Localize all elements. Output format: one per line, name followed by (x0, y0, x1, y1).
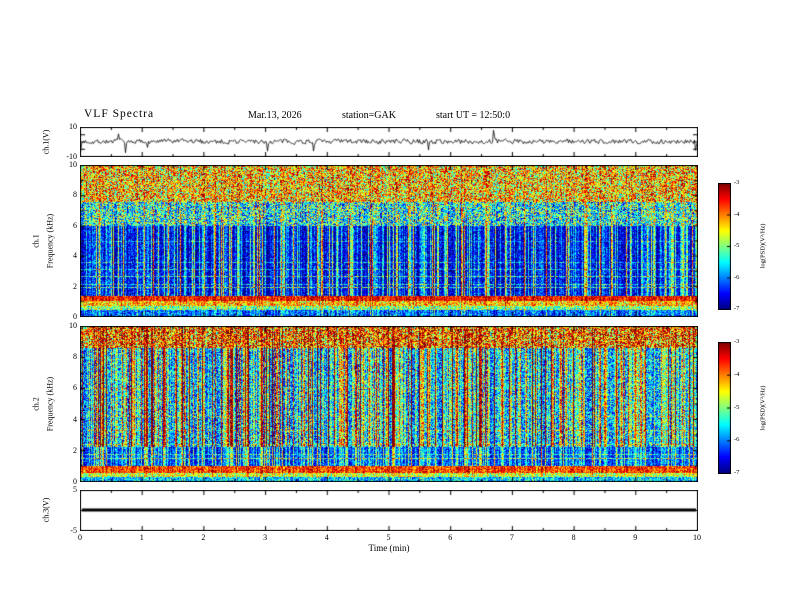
spec2-channel-label: ch.2 (31, 397, 41, 411)
tick-label: 7 (509, 532, 514, 542)
tick-label: 10 (69, 321, 77, 330)
vlf-spectra-figure: VLF Spectra Mar.13, 2026 station=GAK sta… (0, 0, 792, 612)
colorbar-1-label: log(PSD)(V²/Hz) (759, 223, 767, 269)
tick-label: 4 (73, 414, 77, 424)
tick-label: 1 (139, 532, 144, 542)
tick-label: 10 (69, 122, 77, 131)
tick-label: 9 (633, 532, 638, 542)
ch3-waveform-panel (80, 490, 698, 531)
spec1-ylabel: Frequency (kHz) (45, 213, 55, 269)
tick-label: -7 (734, 468, 740, 476)
figure-title: VLF Spectra (84, 108, 155, 120)
tick-label: 6 (73, 220, 77, 230)
tick-label: -5 (734, 403, 740, 411)
tick-label: -4 (734, 370, 740, 378)
date-label: Mar.13, 2026 (248, 110, 302, 121)
ch1-waveform-panel (80, 127, 698, 157)
tick-label: 8 (73, 352, 77, 362)
tick-label: 2 (73, 281, 77, 291)
tick-label: -6 (734, 436, 740, 443)
xaxis-title: Time (min) (368, 543, 410, 553)
tick-label: 5 (386, 532, 391, 542)
spec2-ylabel: Frequency (kHz) (45, 376, 55, 432)
start-ut-label: start UT = 12:50:0 (436, 110, 511, 121)
tick-label: -3 (734, 337, 740, 345)
tick-label: -7 (734, 304, 740, 312)
ch3-axis-label: ch.3(V) (41, 497, 51, 523)
tick-label: 10 (69, 160, 77, 169)
station-label: station=GAK (342, 110, 396, 121)
tick-label: -6 (734, 273, 740, 281)
tick-label: 5 (73, 485, 77, 494)
tick-label: 6 (73, 383, 77, 393)
spec1-channel-label: ch.1 (31, 234, 41, 248)
ch1-axis-label: ch.1(V) (41, 129, 51, 155)
tick-label: 2 (201, 532, 206, 542)
tick-label: 4 (324, 532, 329, 542)
tick-label: 3 (263, 532, 268, 542)
tick-label: -3 (734, 178, 740, 186)
tick-label: -5 (70, 526, 77, 535)
tick-label: -4 (734, 210, 740, 218)
tick-label: -5 (734, 241, 740, 249)
colorbar-1 (718, 183, 731, 310)
tick-label: 6 (448, 532, 453, 542)
ch2-spectrogram-panel (80, 326, 698, 482)
tick-label: 10 (693, 532, 701, 542)
tick-label: 8 (571, 532, 576, 542)
tick-label: 2 (73, 445, 77, 455)
tick-label: 0 (78, 532, 82, 542)
tick-label: 4 (73, 251, 77, 261)
ch1-spectrogram-panel (80, 165, 698, 317)
colorbar-2 (718, 342, 731, 474)
colorbar-2-label: log(PSD)(V²/Hz) (759, 385, 767, 431)
tick-label: 8 (73, 190, 77, 200)
tick-label: 0 (73, 312, 77, 321)
